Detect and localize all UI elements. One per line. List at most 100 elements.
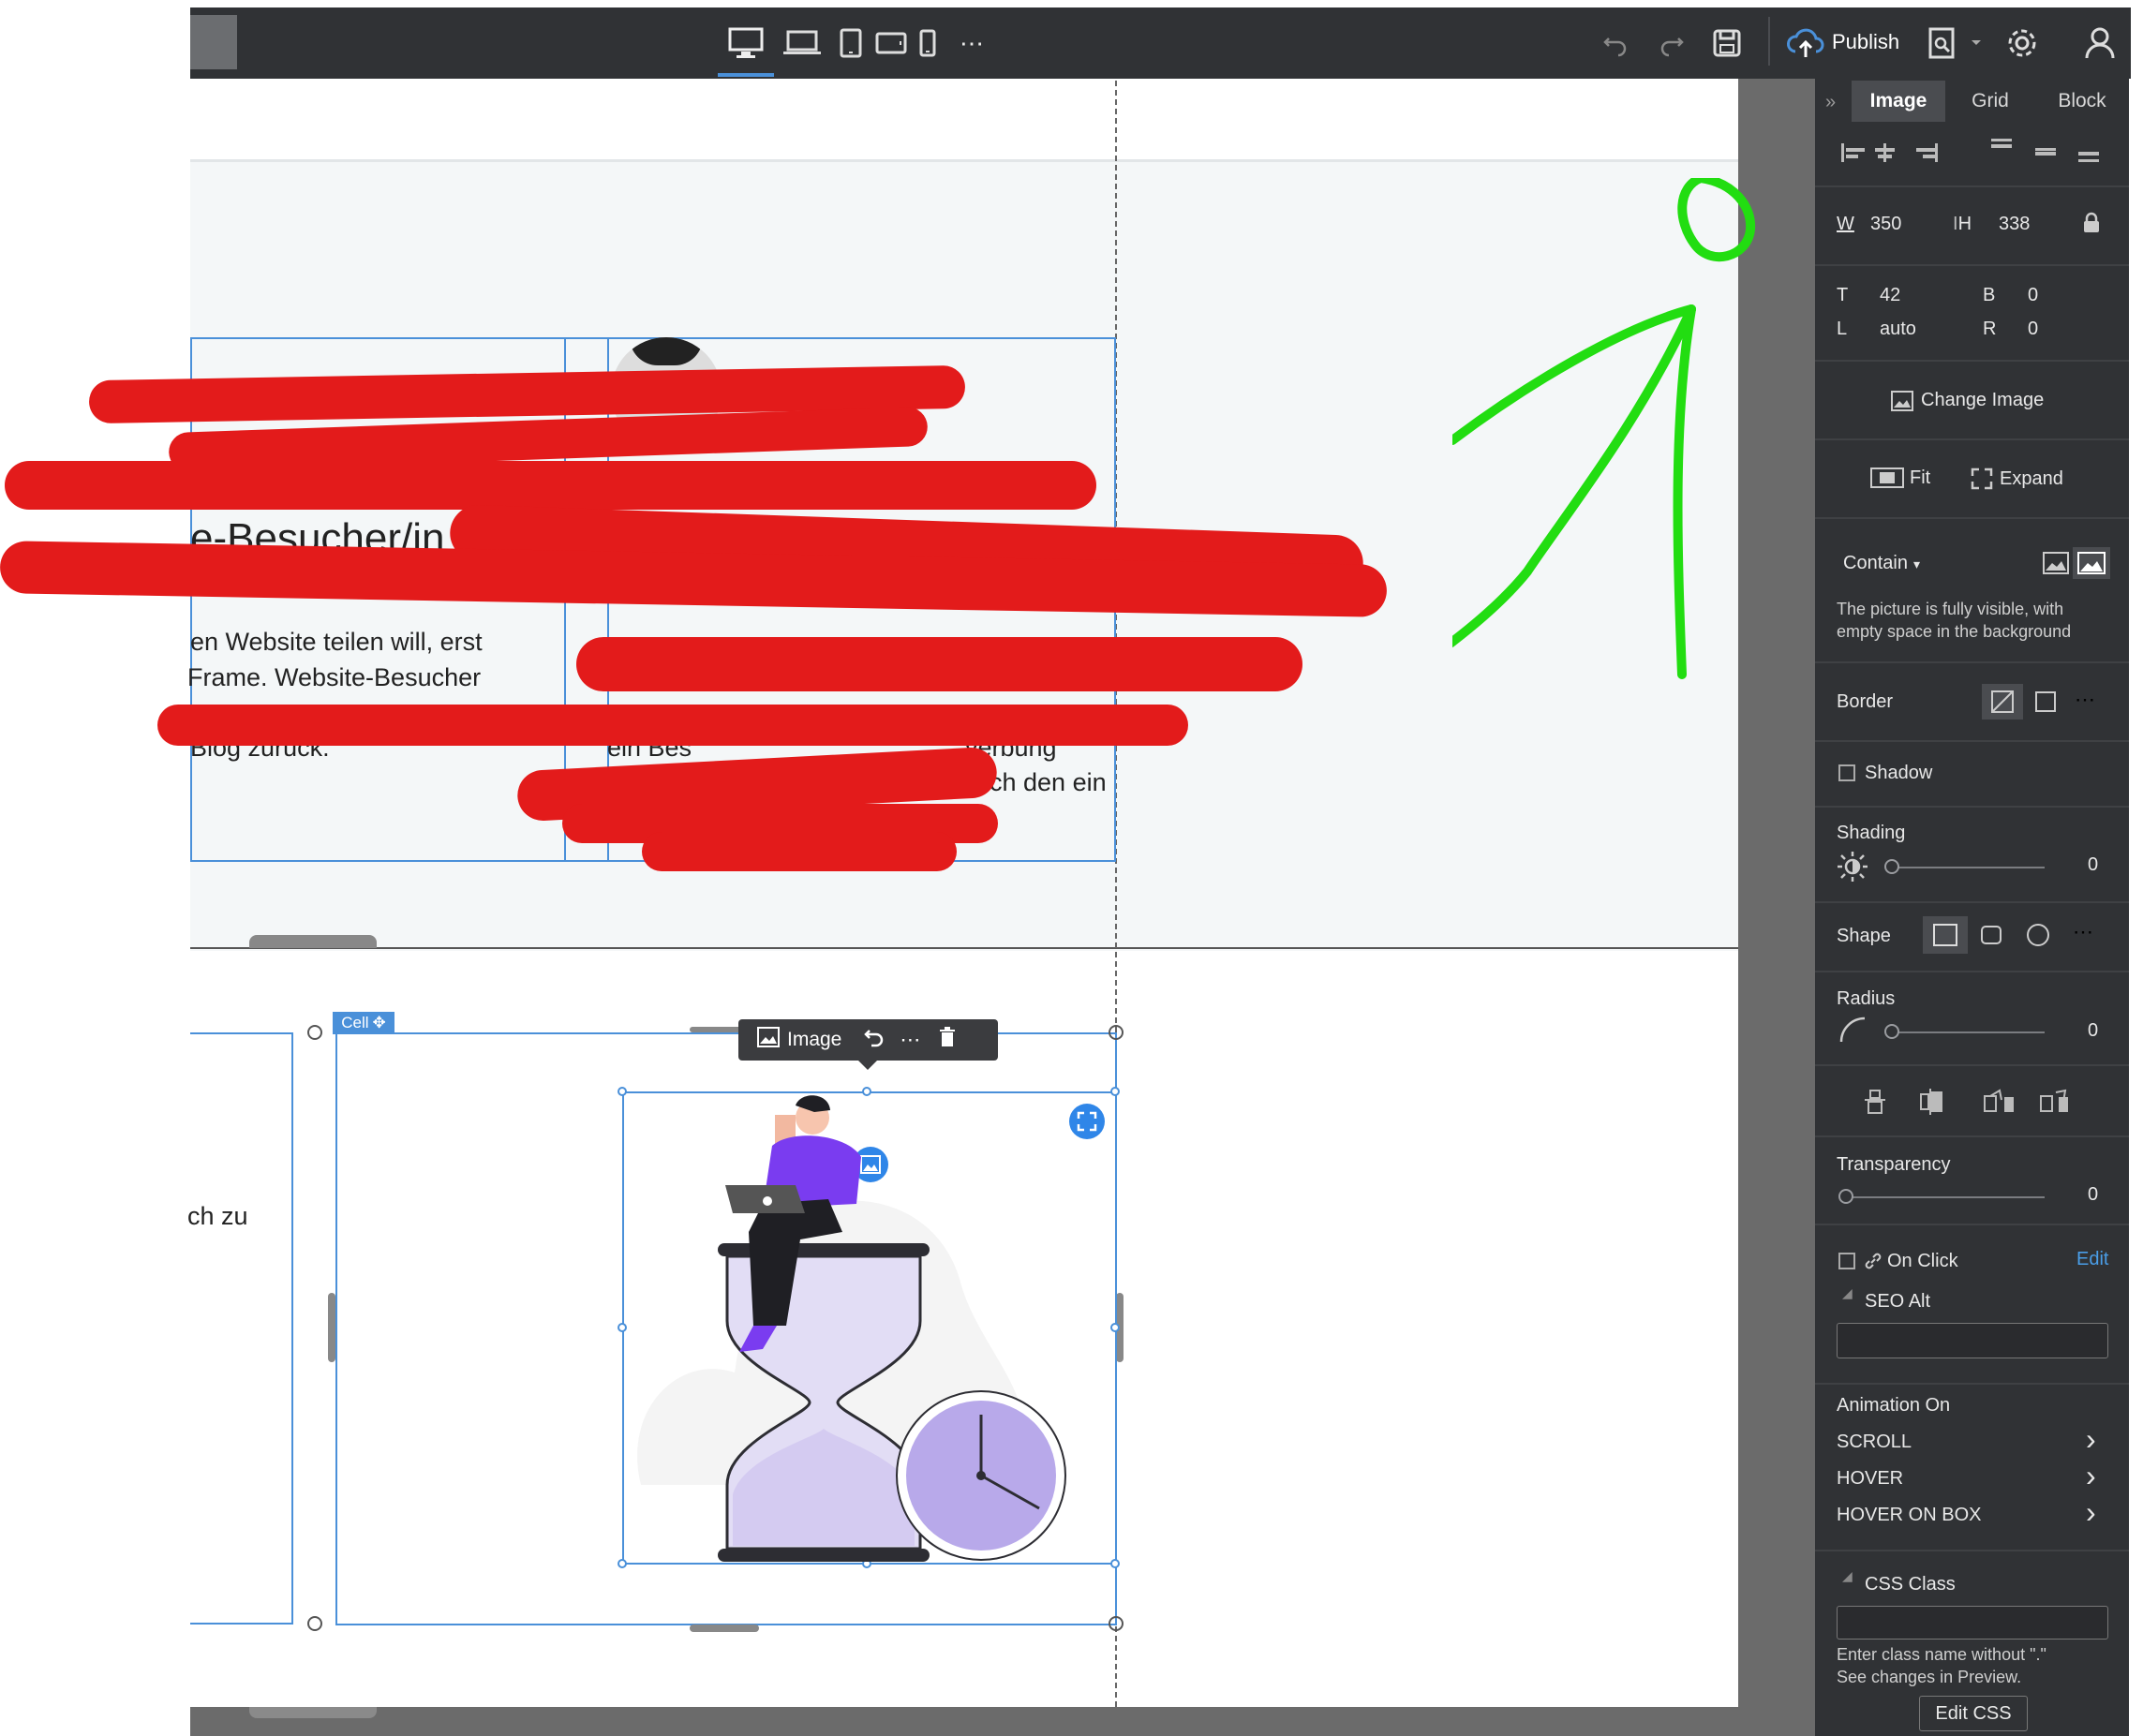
- phone-view-icon[interactable]: [916, 24, 939, 62]
- chevron-right-icon[interactable]: ›: [2086, 1422, 2096, 1457]
- expand-label: Expand: [2000, 467, 2063, 489]
- body-text-line: Frame. Website-Besucher: [187, 663, 482, 691]
- body-text-line: en Website teilen will, erst: [190, 628, 483, 656]
- fit-button[interactable]: Fit: [1870, 467, 1930, 489]
- bottom-field[interactable]: 0: [2028, 285, 2038, 306]
- save-icon[interactable]: [1711, 24, 1743, 62]
- chevron-right-icon[interactable]: ›: [2086, 1459, 2096, 1493]
- shading-slider[interactable]: [1889, 867, 2045, 868]
- radius-slider-knob[interactable]: [1884, 1024, 1899, 1039]
- change-image-button[interactable]: Change Image: [1891, 390, 2044, 411]
- transparency-slider[interactable]: [1842, 1196, 2045, 1198]
- cell-resize-handle[interactable]: [328, 1293, 335, 1362]
- height-label: IH: [1953, 214, 1972, 234]
- left-label: L: [1837, 319, 1848, 339]
- contain-dropdown[interactable]: Contain ▾: [1843, 553, 1920, 574]
- shading-slider-knob[interactable]: [1884, 859, 1899, 874]
- shape-more-icon[interactable]: ⋯: [2073, 920, 2093, 944]
- panel-divider: [1815, 806, 2129, 808]
- panel-divider: [1815, 1135, 2129, 1137]
- desktop-view-icon[interactable]: [727, 24, 765, 62]
- move-icon[interactable]: ✥: [373, 1014, 386, 1032]
- tablet-landscape-view-icon[interactable]: [874, 24, 908, 62]
- expand-button[interactable]: Expand: [1970, 467, 2063, 491]
- arrange-icons[interactable]: [1865, 1089, 2090, 1117]
- toolbar-divider: [1768, 17, 1770, 66]
- edit-css-button[interactable]: Edit CSS: [1919, 1696, 2028, 1731]
- css-class-hint-line: See changes in Preview.: [1837, 1668, 2022, 1686]
- radius-icon: [1838, 1016, 1867, 1048]
- left-field[interactable]: auto: [1880, 319, 1916, 340]
- cell-corner-handle[interactable]: [307, 1616, 322, 1631]
- user-account-icon[interactable]: [2081, 24, 2119, 62]
- cell-corner-handle[interactable]: [1109, 1025, 1124, 1040]
- circle-shape-icon[interactable]: [2027, 924, 2049, 946]
- publish-cloud-icon[interactable]: [1785, 24, 1826, 62]
- publish-button[interactable]: Publish: [1832, 30, 1899, 54]
- cell-tag-label: Cell: [341, 1014, 369, 1031]
- image-context-toolbar[interactable]: Image ⋯: [738, 1019, 998, 1061]
- panel-divider: [1815, 185, 2129, 187]
- animation-scroll-item[interactable]: SCROLL: [1837, 1432, 1912, 1453]
- transparency-slider-knob[interactable]: [1838, 1189, 1853, 1204]
- tab-block[interactable]: Block: [2035, 81, 2129, 122]
- undo-icon[interactable]: [1600, 24, 1630, 62]
- panel-divider: [1815, 971, 2129, 972]
- adjacent-cell-outline[interactable]: [190, 1032, 293, 1625]
- settings-gear-icon[interactable]: [2003, 24, 2041, 62]
- section-resize-handle[interactable]: [249, 935, 377, 948]
- preview-icon[interactable]: [1926, 24, 1959, 62]
- on-click-checkbox[interactable]: [1838, 1253, 1855, 1269]
- shadow-checkbox[interactable]: [1838, 764, 1855, 781]
- radius-slider[interactable]: [1889, 1031, 2045, 1033]
- fit-label: Fit: [1910, 467, 1931, 488]
- border-more-icon[interactable]: ⋯: [2075, 688, 2095, 712]
- tab-image[interactable]: Image: [1852, 81, 1945, 122]
- reset-icon[interactable]: [864, 1027, 885, 1053]
- css-collapse-icon[interactable]: ◢: [1842, 1568, 1853, 1584]
- panel-divider: [1815, 740, 2129, 742]
- redo-icon[interactable]: [1657, 24, 1687, 62]
- aspect-lock-icon[interactable]: [2082, 212, 2101, 239]
- cell-corner-handle[interactable]: [1109, 1616, 1124, 1631]
- contain-description-line: The picture is fully visible, with: [1837, 600, 2064, 618]
- more-devices-icon[interactable]: ⋯: [958, 24, 986, 62]
- delete-icon[interactable]: [939, 1027, 956, 1053]
- cell-corner-handle[interactable]: [307, 1025, 322, 1040]
- shape-label: Shape: [1837, 926, 1891, 946]
- right-field[interactable]: 0: [2028, 319, 2038, 340]
- section-resize-handle-bottom[interactable]: [249, 1707, 377, 1718]
- change-image-label: Change Image: [1921, 390, 2045, 410]
- transparency-value: 0: [2088, 1184, 2099, 1205]
- square-shape-icon[interactable]: [1923, 916, 1968, 954]
- height-field[interactable]: 338: [1999, 214, 2030, 235]
- seo-alt-input[interactable]: [1837, 1323, 2108, 1358]
- section-divider: [190, 947, 1738, 949]
- more-options-icon[interactable]: ⋯: [900, 1028, 920, 1052]
- css-class-input[interactable]: [1837, 1606, 2108, 1640]
- image-toolbar-label[interactable]: Image: [787, 1029, 841, 1051]
- alignment-icons[interactable]: [1841, 139, 2122, 167]
- on-click-edit-link[interactable]: Edit: [2076, 1249, 2108, 1270]
- animation-hover-item[interactable]: HOVER: [1837, 1468, 1903, 1490]
- collapse-panel-icon[interactable]: »: [1825, 92, 1836, 113]
- seo-collapse-icon[interactable]: ◢: [1842, 1285, 1853, 1301]
- cover-mode-icon[interactable]: [2073, 547, 2110, 579]
- rounded-shape-icon[interactable]: [1981, 926, 2002, 944]
- tab-grid[interactable]: Grid: [1945, 81, 2035, 122]
- preview-dropdown-icon[interactable]: [1967, 24, 1986, 62]
- panel-divider: [1815, 1383, 2129, 1385]
- contain-mode-icon[interactable]: [2039, 547, 2073, 579]
- chevron-right-icon[interactable]: ›: [2086, 1495, 2096, 1530]
- solid-border-icon[interactable]: [2035, 691, 2056, 712]
- animation-hover-on-box-item[interactable]: HOVER ON BOX: [1837, 1505, 1981, 1526]
- laptop-view-icon[interactable]: [781, 24, 823, 62]
- tab-block-label: Block: [2058, 90, 2106, 111]
- cell-tag[interactable]: Cell ✥: [333, 1012, 394, 1034]
- no-border-icon[interactable]: [1982, 684, 2023, 720]
- cell-resize-handle[interactable]: [690, 1625, 759, 1632]
- width-field[interactable]: 350: [1870, 214, 1901, 235]
- tablet-portrait-view-icon[interactable]: [837, 24, 865, 62]
- top-field[interactable]: 42: [1880, 285, 1900, 306]
- width-label: W: [1837, 214, 1854, 234]
